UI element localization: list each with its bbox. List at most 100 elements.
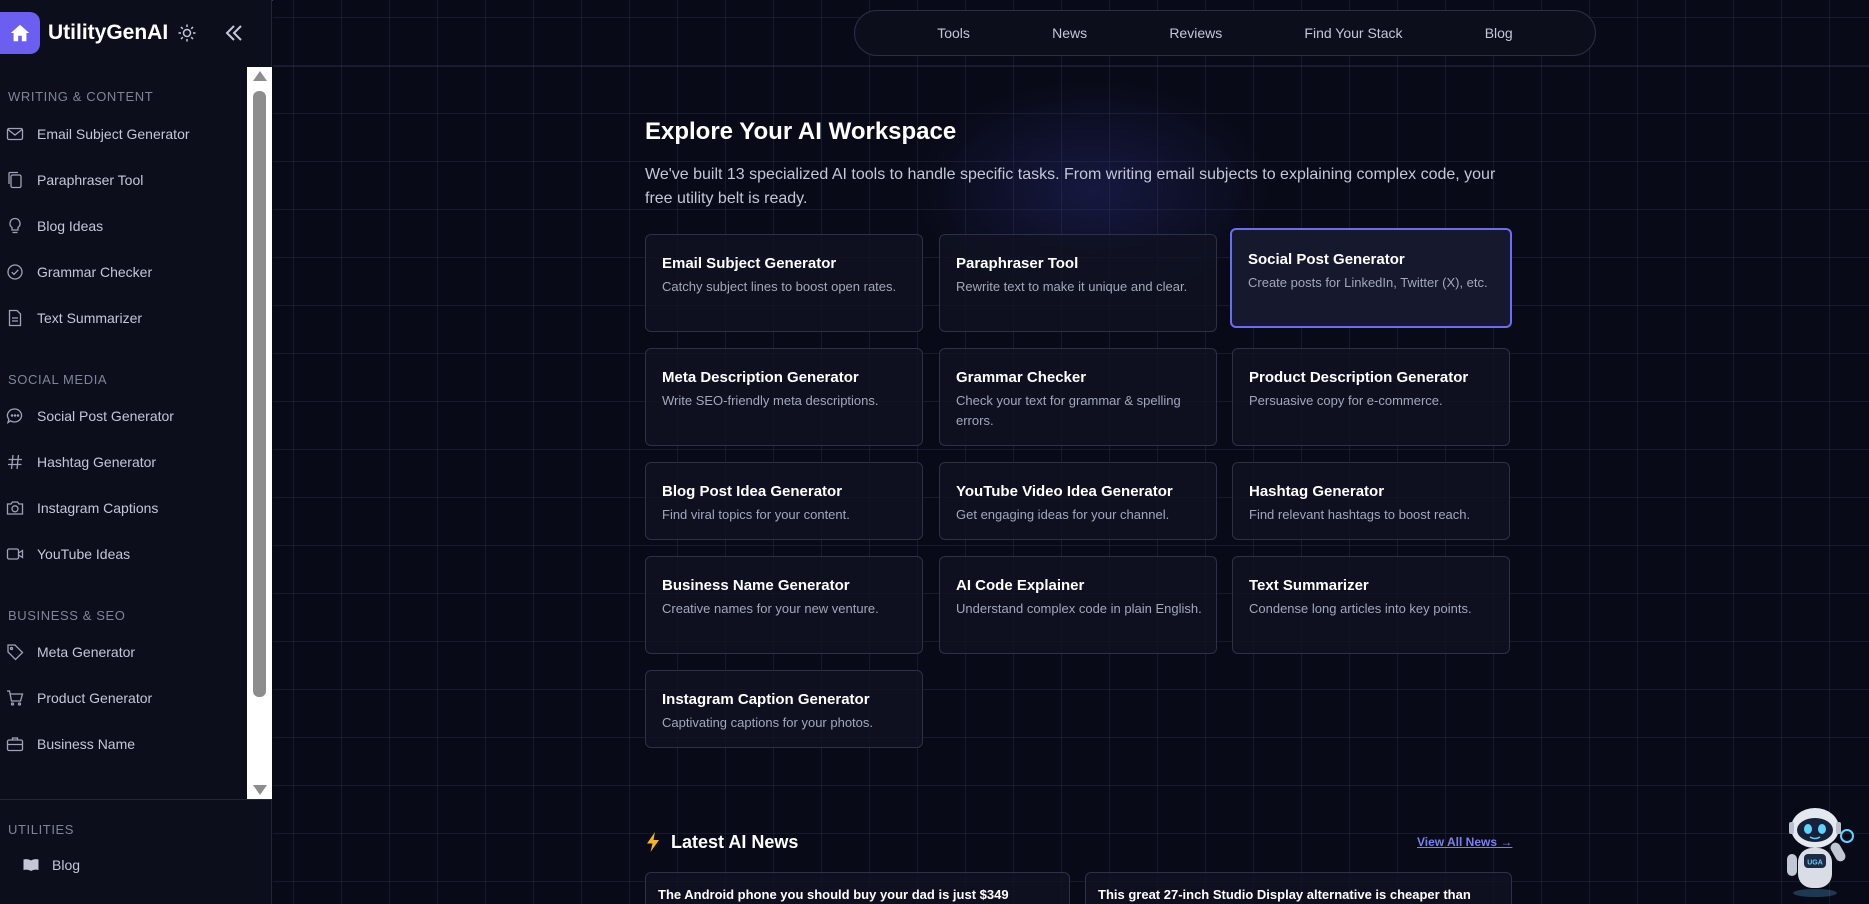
tool-card-email-subject-generator[interactable]: Email Subject Generator Catchy subject l… <box>645 234 923 332</box>
sidebar-item-label: Grammar Checker <box>37 264 153 280</box>
tool-card-ai-code-explainer[interactable]: AI Code Explainer Understand complex cod… <box>939 556 1217 654</box>
header-divider <box>273 66 1869 67</box>
sidebar-item-text-summarizer[interactable]: Text Summarizer <box>0 298 247 338</box>
sidebar-scrollbar[interactable] <box>247 67 272 799</box>
tool-card-title: YouTube Video Idea Generator <box>956 483 1173 500</box>
lightbulb-icon <box>9 217 21 234</box>
tool-card-title: Blog Post Idea Generator <box>662 483 843 500</box>
tool-card-text-summarizer[interactable]: Text Summarizer Condense long articles i… <box>1232 556 1510 654</box>
cart-icon <box>7 690 24 706</box>
sidebar-item-label: Paraphraser Tool <box>37 172 144 188</box>
sidebar-item-instagram-captions[interactable]: Instagram Captions <box>0 488 247 528</box>
sidebar-item-grammar-checker[interactable]: Grammar Checker <box>0 252 247 292</box>
sidebar-item-product-generator[interactable]: Product Generator <box>0 678 247 718</box>
tool-card-title: Paraphraser Tool <box>956 255 1079 272</box>
tool-card-paraphraser-tool[interactable]: Paraphraser Tool Rewrite text to make it… <box>939 234 1217 332</box>
page-intro: We've built 13 specialized AI tools to h… <box>645 166 1496 207</box>
collapse-sidebar-icon[interactable] <box>222 21 246 45</box>
mascot-badge: UGA <box>1807 860 1823 867</box>
nav-link-reviews[interactable]: Reviews <box>1169 25 1222 41</box>
copy-icon <box>8 171 22 189</box>
nav-link-blog[interactable]: Blog <box>1485 25 1513 41</box>
section-title: WRITING & CONTENT <box>8 89 154 104</box>
tool-card-meta-description-generator[interactable]: Meta Description Generator Write SEO-fri… <box>645 348 923 446</box>
sidebar-item-label: Product Generator <box>37 690 153 706</box>
sidebar-item-label: Meta Generator <box>37 644 136 660</box>
tool-card-product-description-generator[interactable]: Product Description Generator Persuasive… <box>1232 348 1510 446</box>
sidebar-item-youtube-ideas[interactable]: YouTube Ideas <box>0 534 247 574</box>
brand: UtilityGenAI <box>0 12 272 54</box>
brand-name[interactable]: UtilityGenAI <box>48 21 168 45</box>
scroll-up-arrow-icon[interactable] <box>253 71 267 81</box>
tool-card-description: Captivating captions for your photos. <box>662 715 874 730</box>
sidebar: UtilityGenAI WRITING & CONTENT Email Sub… <box>0 0 272 904</box>
briefcase-icon <box>6 737 24 752</box>
check-circle-icon <box>7 264 23 280</box>
sidebar-item-label: Email Subject Generator <box>37 126 190 142</box>
home-icon[interactable] <box>0 12 40 54</box>
news-card[interactable]: The Android phone you should buy your da… <box>645 872 1070 904</box>
sidebar-item-label: Social Post Generator <box>37 408 174 424</box>
sidebar-item-social-post-generator[interactable]: Social Post Generator <box>0 396 247 436</box>
tool-card-blog-post-idea-generator[interactable]: Blog Post Idea Generator Find viral topi… <box>645 462 923 540</box>
tool-card-description: Get engaging ideas for your channel. <box>956 507 1170 522</box>
tool-card-title: Email Subject Generator <box>662 255 837 272</box>
section-title: BUSINESS & SEO <box>8 608 126 623</box>
sidebar-item-business-name[interactable]: Business Name <box>0 724 247 764</box>
hash-icon <box>8 454 22 470</box>
tool-card-grammar-checker[interactable]: Grammar Checker Check your text for gram… <box>939 348 1217 446</box>
page-title: Explore Your AI Workspace <box>645 118 957 145</box>
section-title: SOCIAL MEDIA <box>8 372 108 387</box>
tool-card-business-name-generator[interactable]: Business Name Generator Creative names f… <box>645 556 923 654</box>
sidebar-item-hashtag-generator[interactable]: Hashtag Generator <box>0 442 247 482</box>
section-title: UTILITIES <box>8 822 75 837</box>
tool-card-description: Catchy subject lines to boost open rates… <box>662 279 897 294</box>
sidebar-item-blog[interactable]: Blog <box>0 845 247 885</box>
document-icon <box>8 309 22 327</box>
lightning-bolt-icon <box>647 832 659 852</box>
news-card[interactable]: This great 27-inch Studio Display altern… <box>1085 872 1512 904</box>
chat-bubble-icon <box>6 408 23 424</box>
tool-card-title: AI Code Explainer <box>956 577 1085 594</box>
news-card-title: The Android phone you should buy your da… <box>658 887 1009 902</box>
robot-assistant-icon[interactable]: UGA <box>1771 798 1861 898</box>
mail-icon <box>6 127 24 141</box>
sidebar-item-meta-generator[interactable]: Meta Generator <box>0 632 247 672</box>
tool-card-title: Meta Description Generator <box>662 369 859 386</box>
scroll-down-arrow-icon[interactable] <box>253 785 267 795</box>
tool-card-title: Instagram Caption Generator <box>662 691 870 708</box>
nav-link-find-your-stack[interactable]: Find Your Stack <box>1304 25 1402 41</box>
view-all-news-link[interactable]: View All News → <box>1417 835 1512 849</box>
sidebar-item-paraphraser-tool[interactable]: Paraphraser Tool <box>0 160 247 200</box>
tool-card-description: Find relevant hashtags to boost reach. <box>1249 507 1471 522</box>
nav-link-news[interactable]: News <box>1052 25 1087 41</box>
tool-card-description: Persuasive copy for e-commerce. <box>1249 393 1443 408</box>
sidebar-item-label: Blog Ideas <box>37 218 104 234</box>
book-icon <box>23 859 39 871</box>
news-card-title: This great 27-inch Studio Display altern… <box>1098 887 1471 902</box>
nav-link-tools[interactable]: Tools <box>937 25 970 41</box>
tool-card-description: Check your text for grammar & spelling e… <box>956 393 1181 428</box>
tool-card-social-post-generator[interactable]: Social Post Generator Create posts for L… <box>1230 228 1512 328</box>
sidebar-item-label: Instagram Captions <box>37 500 159 516</box>
scrollbar-thumb[interactable] <box>253 91 266 697</box>
sidebar-item-label: YouTube Ideas <box>37 546 131 562</box>
tool-card-description: Create posts for LinkedIn, Twitter (X), … <box>1248 275 1488 290</box>
sun-icon[interactable] <box>177 23 197 43</box>
sidebar-item-email-subject-generator[interactable]: Email Subject Generator <box>0 114 247 154</box>
tool-card-title: Text Summarizer <box>1249 577 1369 594</box>
sidebar-nav[interactable]: WRITING & CONTENT Email Subject Generato… <box>0 67 247 799</box>
utilities-section: UTILITIES Blog <box>0 799 272 904</box>
tool-card-title: Grammar Checker <box>956 369 1087 386</box>
tool-card-title: Business Name Generator <box>662 577 850 594</box>
camera-icon <box>6 501 24 515</box>
tool-card-description: Find viral topics for your content. <box>662 507 850 522</box>
tool-card-youtube-video-idea-generator[interactable]: YouTube Video Idea Generator Get engagin… <box>939 462 1217 540</box>
tool-card-title: Hashtag Generator <box>1249 483 1385 500</box>
sidebar-item-label: Business Name <box>37 736 136 752</box>
tool-card-title: Product Description Generator <box>1249 369 1469 386</box>
tool-card-hashtag-generator[interactable]: Hashtag Generator Find relevant hashtags… <box>1232 462 1510 540</box>
tool-card-instagram-caption-generator[interactable]: Instagram Caption Generator Captivating … <box>645 670 923 748</box>
sidebar-item-blog-ideas[interactable]: Blog Ideas <box>0 206 247 246</box>
sidebar-item-label: Hashtag Generator <box>37 454 157 470</box>
